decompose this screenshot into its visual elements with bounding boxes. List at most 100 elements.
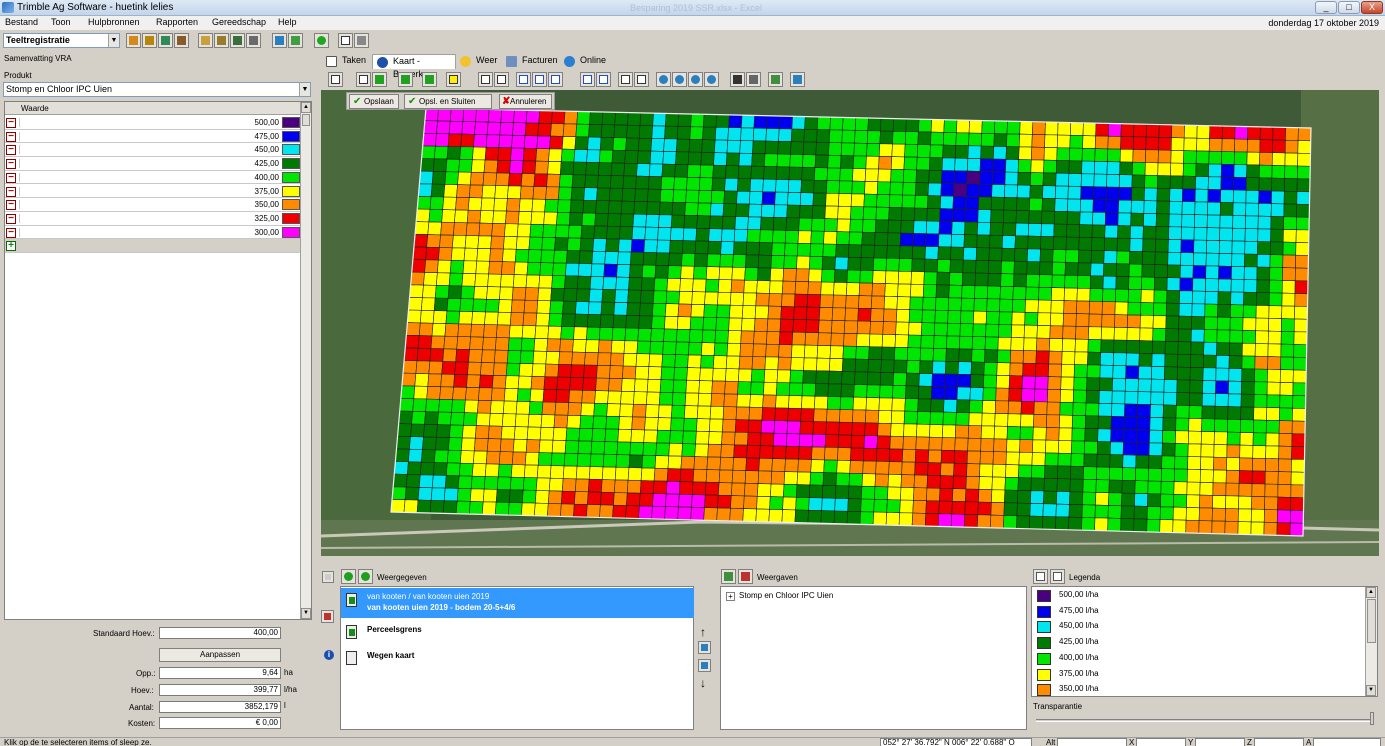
vra-cell[interactable] [1266, 394, 1281, 409]
add-row[interactable]: + [5, 239, 301, 253]
vra-cell[interactable] [483, 476, 499, 490]
vra-cell[interactable] [454, 209, 469, 224]
vra-cell[interactable] [954, 145, 969, 159]
vra-cell[interactable] [729, 304, 744, 319]
vra-cell[interactable] [807, 281, 822, 296]
vra-cell[interactable] [927, 449, 943, 464]
vra-cell[interactable] [450, 247, 466, 262]
vra-cell[interactable] [585, 161, 600, 176]
vra-cell[interactable] [682, 227, 698, 242]
tab-weer[interactable]: Weer [456, 54, 502, 69]
vra-cell[interactable] [1011, 299, 1026, 313]
vra-cell[interactable] [1058, 427, 1073, 442]
vra-cell[interactable] [854, 371, 869, 386]
vra-cell[interactable] [900, 207, 916, 222]
vra-cell[interactable] [1161, 442, 1176, 457]
vra-cell[interactable] [1238, 482, 1253, 497]
vra-cell[interactable] [506, 350, 522, 364]
vra-row-color-swatch[interactable] [282, 158, 300, 170]
vra-cell[interactable] [1180, 239, 1195, 254]
vra-cell[interactable] [763, 153, 779, 168]
vra-cell[interactable] [717, 482, 733, 496]
vra-cell[interactable] [906, 347, 922, 362]
vra-cell[interactable] [1094, 517, 1109, 532]
vra-cell[interactable] [443, 335, 459, 350]
vra-cell[interactable] [1102, 288, 1117, 303]
vra-cell[interactable] [681, 443, 696, 457]
vra-cell[interactable] [1111, 403, 1126, 418]
vra-cell[interactable] [899, 245, 914, 260]
vra-cell[interactable] [932, 360, 947, 375]
vra-cell[interactable] [950, 513, 966, 528]
vra-cell[interactable] [1092, 186, 1107, 201]
vra-cell[interactable] [917, 398, 932, 413]
vra-cell[interactable] [840, 155, 855, 169]
vra-cell[interactable] [1227, 393, 1242, 408]
vra-cell[interactable] [1118, 174, 1133, 188]
vra-cell[interactable] [561, 136, 577, 150]
vra-cell[interactable] [956, 399, 971, 414]
vra-cell[interactable] [1081, 504, 1096, 519]
vra-cell[interactable] [1126, 314, 1141, 329]
vra-cell[interactable] [1252, 445, 1267, 459]
vra-cell[interactable] [640, 277, 656, 292]
vra-cell[interactable] [480, 197, 496, 212]
vra-cell[interactable] [830, 332, 845, 347]
select-tool-icon[interactable] [356, 72, 371, 87]
vra-cell[interactable] [507, 502, 523, 516]
vra-cell[interactable] [724, 177, 739, 192]
vra-cell[interactable] [1264, 483, 1279, 498]
vra-cell[interactable] [939, 475, 954, 489]
vra-cell[interactable] [772, 432, 788, 447]
vra-cell[interactable] [1037, 299, 1052, 314]
vra-cell[interactable] [474, 273, 489, 287]
vra-cell[interactable] [773, 204, 788, 219]
vra-cell[interactable] [1063, 300, 1078, 314]
vra-cell[interactable] [1216, 316, 1231, 331]
vra-cell[interactable] [1004, 476, 1019, 491]
vra-cell[interactable] [528, 401, 544, 415]
vra-cell[interactable] [402, 360, 418, 374]
vra-cell[interactable] [1208, 138, 1223, 152]
vra-cell[interactable] [757, 267, 772, 282]
vra-cell[interactable] [813, 408, 828, 423]
vra-cell[interactable] [1291, 420, 1306, 435]
vra-cell[interactable] [976, 221, 991, 236]
vra-cell[interactable] [659, 379, 675, 393]
vra-cell[interactable] [868, 346, 883, 361]
vra-cell[interactable] [828, 142, 843, 156]
vra-cell[interactable] [1186, 494, 1201, 509]
vra-cell[interactable] [917, 385, 933, 400]
vra-cell[interactable] [422, 284, 437, 299]
vra-cell[interactable] [890, 423, 905, 437]
vra-cell[interactable] [766, 318, 782, 333]
vra-cell[interactable] [1190, 328, 1205, 343]
vra-cell[interactable] [664, 303, 680, 317]
vra-cell[interactable] [1052, 236, 1067, 251]
vra-cell[interactable] [1160, 468, 1175, 482]
vra-cell[interactable] [1180, 226, 1195, 241]
vra-cell[interactable] [818, 307, 834, 321]
vra-cell[interactable] [1004, 489, 1019, 504]
vra-cell[interactable] [765, 128, 780, 142]
vra-cell[interactable] [655, 252, 670, 266]
vra-cell[interactable] [1179, 290, 1193, 305]
vra-cell[interactable] [1081, 147, 1096, 162]
vra-cell[interactable] [417, 487, 433, 501]
vra-cell[interactable] [489, 248, 504, 262]
vra-cell[interactable] [952, 488, 967, 503]
vra-cell[interactable] [1041, 197, 1056, 212]
vra-cell[interactable] [885, 270, 900, 285]
vra-cell[interactable] [468, 184, 484, 199]
vra-cell[interactable] [1242, 317, 1257, 332]
vra-cell[interactable] [719, 456, 734, 471]
vra-cell[interactable] [777, 356, 792, 371]
vra-cell[interactable] [1189, 367, 1204, 381]
vra-cell[interactable] [915, 169, 930, 184]
vra-cell[interactable] [532, 350, 548, 365]
vra-cell[interactable] [1035, 350, 1050, 365]
vra-cell[interactable] [852, 409, 867, 424]
vra-cell[interactable] [1186, 468, 1201, 483]
vra-cell[interactable] [726, 342, 742, 357]
vra-cell[interactable] [1256, 253, 1271, 268]
